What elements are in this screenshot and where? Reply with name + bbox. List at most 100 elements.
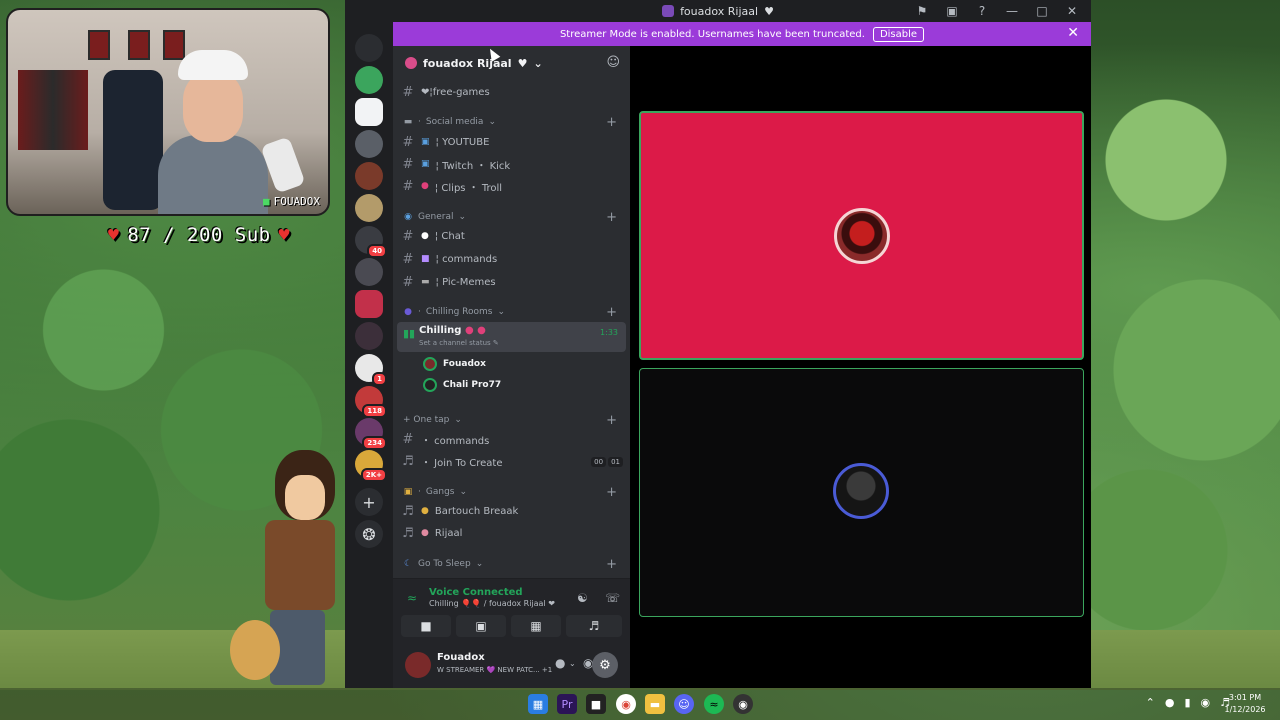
server-header[interactable]: fouadox Rijaal ♥ ⌄ ☺	[393, 46, 630, 80]
server-icon[interactable]	[355, 34, 383, 62]
server-icon[interactable]	[355, 290, 383, 318]
pencil-icon: ✎	[492, 339, 499, 347]
speech-bubble-icon: ●	[421, 231, 429, 241]
speaker-icon: ♬	[402, 453, 414, 469]
server-icon[interactable]: 118	[355, 386, 387, 418]
activities-button[interactable]: ▦	[511, 615, 561, 637]
disconnect-icon[interactable]: ☏	[605, 591, 620, 605]
discord-icon[interactable]: ☺	[674, 694, 694, 714]
category-one-tap[interactable]: + One tap ⌄ +	[403, 412, 623, 428]
server-icon[interactable]	[355, 162, 383, 190]
channel-commands[interactable]: # ■ ¦ commands	[401, 249, 623, 269]
screen-share-button[interactable]: ▣	[456, 615, 506, 637]
character-hat	[230, 620, 280, 680]
add-channel-icon[interactable]: +	[606, 115, 617, 130]
minimize-button[interactable]: —	[997, 0, 1027, 22]
hash-icon: #	[402, 178, 414, 194]
server-icon[interactable]: 234	[355, 418, 387, 450]
camera-off-button[interactable]: ■	[401, 615, 451, 637]
soundboard-button[interactable]: ♬	[566, 615, 622, 637]
cam-tag-label: FOUADOX	[273, 195, 320, 208]
channel-twitch-kick[interactable]: # ▣ ¦ Twitch ・ Kick	[401, 154, 623, 174]
microphone-icon[interactable]: ●	[555, 656, 565, 670]
invite-user-icon[interactable]: ☺	[606, 55, 620, 70]
channel-join-to-create[interactable]: ♬ ・ Join To Create 00 01	[401, 451, 623, 471]
chevron-down-icon[interactable]: ⌄	[569, 659, 576, 668]
microphone-icon[interactable]: ▮	[1184, 696, 1190, 709]
start-icon[interactable]: ▦	[528, 694, 548, 714]
spotify-icon[interactable]: ≈	[704, 694, 724, 714]
balloon-icon: ● ●	[464, 325, 486, 336]
voice-user[interactable]: Chali Pro77	[423, 375, 613, 395]
channel-clips-troll[interactable]: # ● ¦ Clips ・ Troll	[401, 176, 623, 196]
premiere-icon[interactable]: Pr	[557, 694, 577, 714]
channel-pic-memes[interactable]: # ▬ ¦ Pic-Memes	[401, 272, 623, 292]
dot-separator: ·	[418, 487, 421, 497]
voice-user[interactable]: Fouadox	[423, 354, 613, 374]
category-go-to-sleep[interactable]: ☾ Go To Sleep ⌄ +	[403, 556, 623, 572]
add-channel-icon[interactable]: +	[606, 557, 617, 572]
category-chilling-rooms[interactable]: ● · Chilling Rooms ⌄ +	[403, 304, 623, 320]
system-tray: ⌃ ● ▮ ◉ ♬	[1146, 696, 1230, 709]
server-icon[interactable]: 1	[355, 354, 387, 386]
gear-icon[interactable]: ⚙	[592, 652, 618, 678]
user-limit: 00 01	[589, 456, 623, 467]
maximize-button[interactable]: □	[1027, 0, 1057, 22]
heart-icon: ♥	[278, 224, 290, 246]
add-channel-icon[interactable]: +	[606, 210, 617, 225]
wall-poster	[88, 30, 110, 60]
voice-connected-subtitle[interactable]: Chilling 🎈🎈 / fouadox Rijaal ❤	[429, 599, 555, 608]
channel-label: ・ commands	[421, 435, 490, 447]
channel-list: fouadox Rijaal ♥ ⌄ ☺ # ❤¦free-games ▬ · …	[393, 46, 630, 578]
noise-suppression-icon[interactable]: ☯	[577, 591, 588, 605]
channel-youtube[interactable]: # ▣ ¦ YOUTUBE	[401, 132, 623, 152]
add-channel-icon[interactable]: +	[606, 413, 617, 428]
voice-activity-icon: ▮▮	[403, 327, 416, 340]
unread-badge: 40	[367, 244, 387, 258]
explore-servers-button[interactable]: ❂	[355, 520, 383, 548]
user-status: W STREAMER 💜 NEW PATC... +1	[437, 666, 552, 674]
cam-tag: ■ FOUADOX	[263, 195, 320, 208]
voice-connected-title[interactable]: Voice Connected	[429, 587, 523, 598]
server-icon[interactable]: 2K+	[355, 450, 387, 482]
chrome-icon[interactable]: ◉	[616, 694, 636, 714]
add-channel-icon[interactable]: +	[606, 305, 617, 320]
flag-icon[interactable]: ⚑	[907, 0, 937, 22]
channel-chat[interactable]: # ● ¦ Chat	[401, 226, 623, 246]
channel-onetap-commands[interactable]: # ・ commands	[401, 429, 623, 449]
server-icon[interactable]	[355, 322, 383, 350]
channel-free-games[interactable]: # ❤¦free-games	[401, 82, 623, 102]
add-channel-icon[interactable]: +	[606, 485, 617, 500]
close-window-button[interactable]: ✕	[1057, 0, 1087, 22]
help-icon[interactable]: ?	[967, 0, 997, 22]
disable-streamer-mode-button[interactable]: Disable	[872, 26, 925, 42]
channel-bartouch[interactable]: ♬ ● Bartouch Breaak	[401, 501, 623, 521]
inbox-icon[interactable]: ▣	[937, 0, 967, 22]
capcut-icon[interactable]: ■	[586, 694, 606, 714]
server-icon[interactable]	[355, 258, 383, 286]
chevron-up-icon[interactable]: ⌃	[1146, 696, 1155, 709]
channel-rijaal[interactable]: ♬ ● Rijaal	[401, 523, 623, 543]
obs-icon[interactable]: ◉	[733, 694, 753, 714]
streamer-face	[183, 72, 243, 142]
voice-channel-chilling[interactable]: ▮▮ Chilling ● ● Set a channel status ✎ 1…	[397, 322, 626, 352]
add-server-button[interactable]: +	[355, 488, 383, 516]
category-general[interactable]: ◉ General ⌄ +	[403, 209, 623, 225]
clock[interactable]: 3:01 PM 1/12/2026	[1222, 692, 1268, 716]
clock-time: 3:01 PM	[1228, 693, 1262, 702]
avatar[interactable]	[405, 652, 431, 678]
category-social-media[interactable]: ▬ · Social media ⌄ +	[403, 114, 623, 130]
close-icon[interactable]: ✕	[1067, 25, 1079, 41]
folder-icon[interactable]: ▬	[645, 694, 665, 714]
video-tile[interactable]	[639, 368, 1084, 617]
wifi-icon[interactable]: ◉	[1201, 696, 1211, 709]
server-icon[interactable]	[355, 130, 383, 158]
server-icon[interactable]	[355, 66, 383, 94]
server-icon[interactable]	[355, 194, 383, 222]
category-gangs[interactable]: ▣ · Gangs ⌄ +	[403, 484, 623, 500]
video-tile[interactable]	[639, 111, 1084, 360]
channel-status[interactable]: Set a channel status ✎	[419, 339, 499, 347]
server-icon[interactable]	[355, 98, 383, 126]
server-icon[interactable]: 40	[355, 226, 387, 258]
network-icon[interactable]: ●	[1165, 696, 1175, 709]
